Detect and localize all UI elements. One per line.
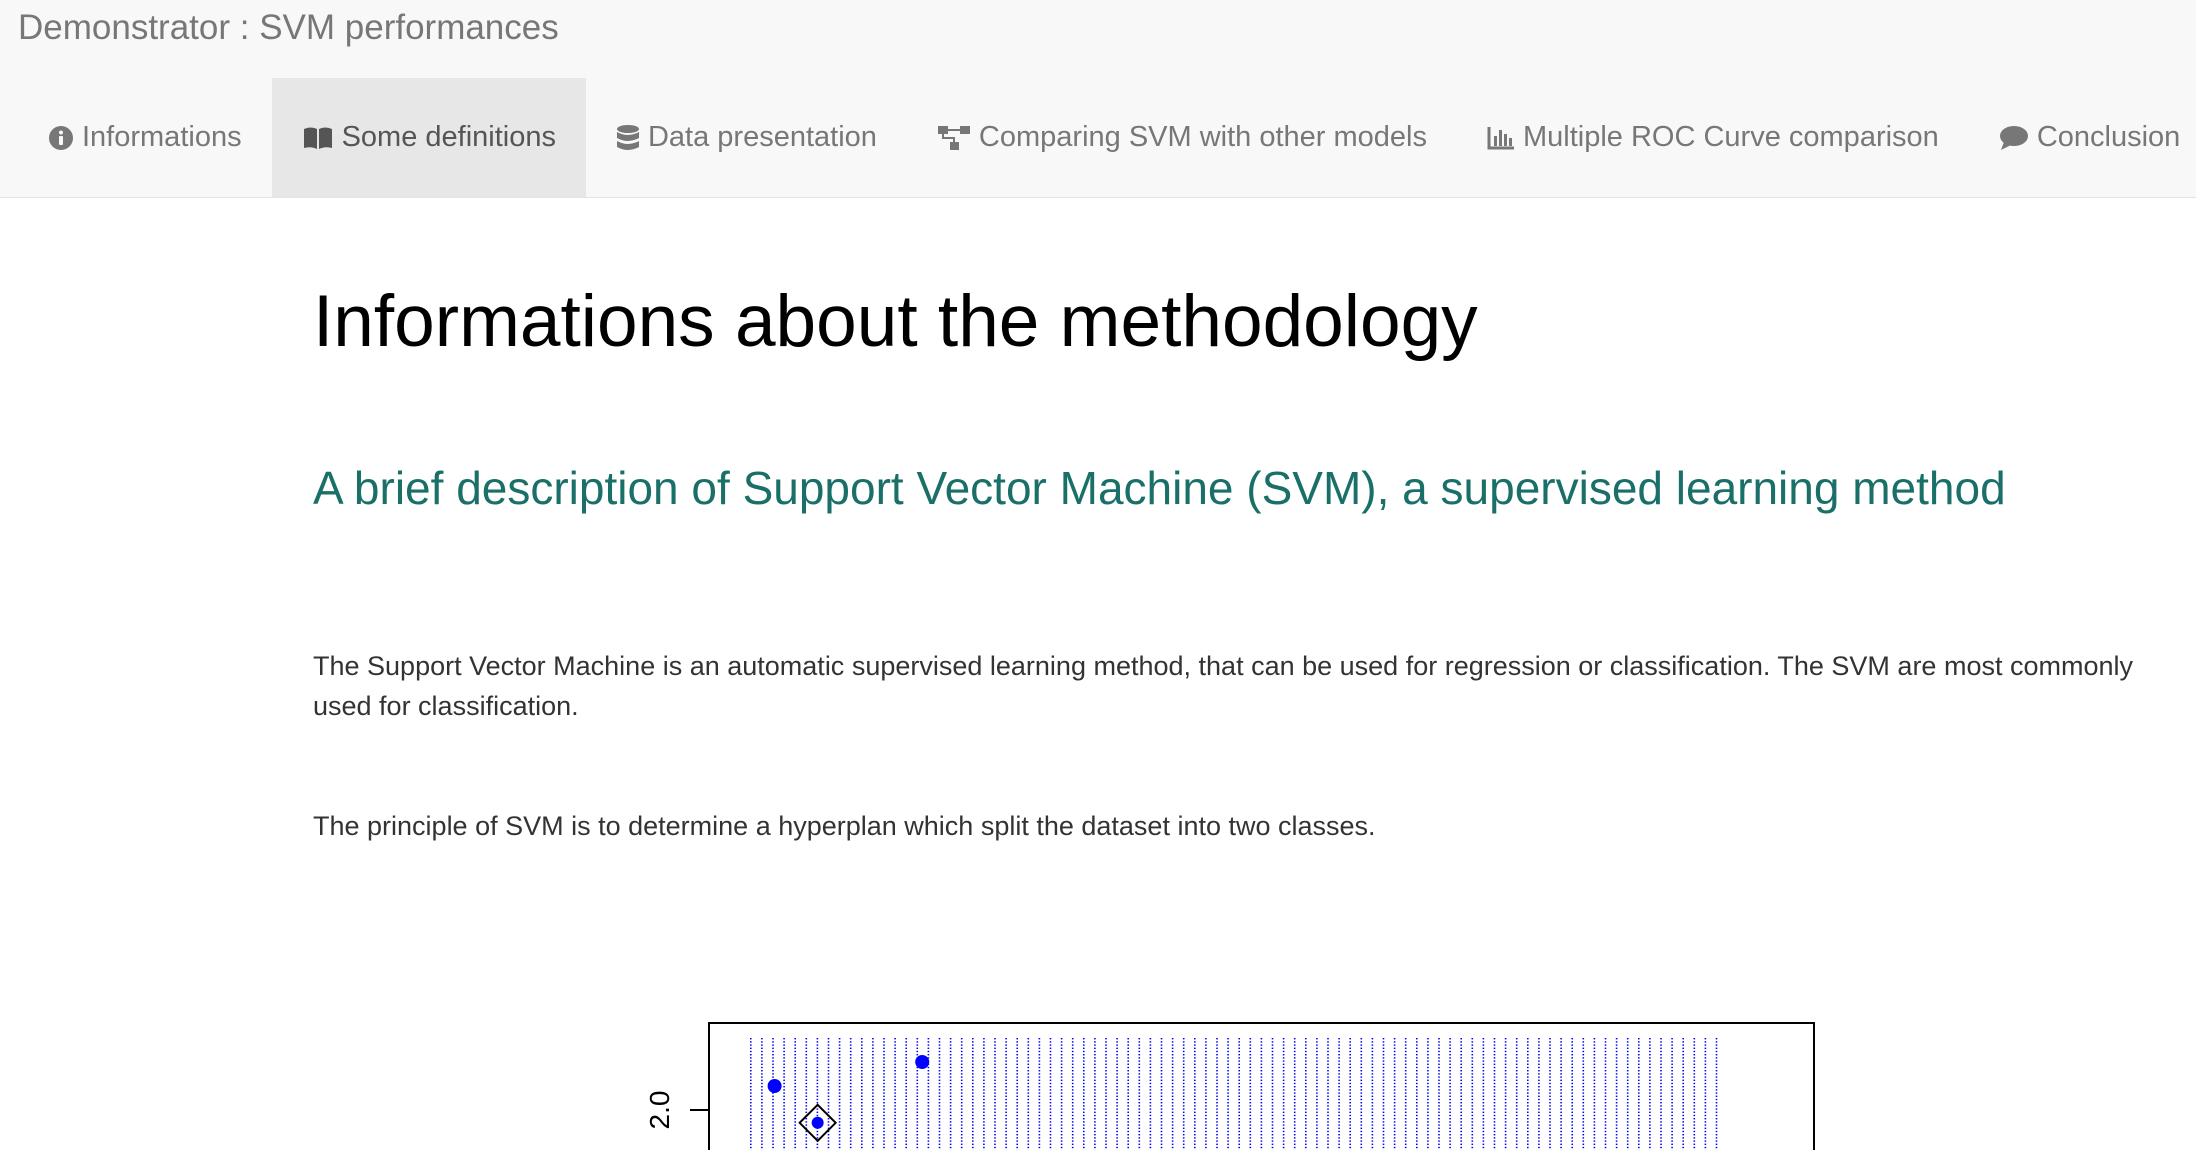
info-circle-icon — [48, 125, 74, 151]
tab-conclusion[interactable]: Conclusion — [1969, 78, 2196, 197]
comment-icon — [1999, 125, 2029, 151]
data-point-2 — [811, 1116, 824, 1129]
tab-multiple-roc[interactable]: Multiple ROC Curve comparison — [1457, 78, 1969, 197]
section-subtitle: A brief description of Support Vector Ma… — [313, 462, 2006, 514]
tab-label: Some definitions — [341, 121, 556, 153]
tab-comparing-svm[interactable]: Comparing SVM with other models — [907, 78, 1457, 197]
tab-label: Comparing SVM with other models — [978, 121, 1427, 153]
tab-label: Multiple ROC Curve comparison — [1523, 121, 1939, 153]
tab-label: Data presentation — [647, 121, 877, 153]
tab-bar: Informations Some definitions Data prese… — [18, 78, 2196, 197]
paragraph-principle: The principle of SVM is to determine a h… — [313, 811, 1376, 841]
tab-some-definitions[interactable]: Some definitions — [271, 78, 586, 197]
bar-chart-icon — [1487, 126, 1515, 150]
data-point-1 — [915, 1055, 930, 1069]
open-book-icon — [302, 125, 334, 151]
tab-label: Conclusion — [2036, 121, 2181, 153]
paragraph-intro: The Support Vector Machine is an automat… — [313, 651, 2133, 721]
sitemap-icon — [937, 124, 971, 152]
data-point-0 — [767, 1079, 782, 1093]
decision-region-grid — [750, 1038, 1718, 1149]
database-icon — [616, 124, 640, 152]
navbar: Demonstrator : SVM performances Informat… — [0, 0, 2196, 198]
app-title[interactable]: Demonstrator : SVM performances — [18, 6, 559, 50]
svm-classification-plot: 2.0 — [644, 1022, 1815, 1150]
y-tick-label: 2.0 — [644, 1091, 675, 1130]
page-title: Informations about the methodology — [313, 281, 1478, 362]
tab-label: Informations — [82, 121, 242, 153]
tab-informations[interactable]: Informations — [18, 78, 272, 197]
tab-data-presentation[interactable]: Data presentation — [586, 78, 907, 197]
data-points — [767, 1055, 930, 1143]
